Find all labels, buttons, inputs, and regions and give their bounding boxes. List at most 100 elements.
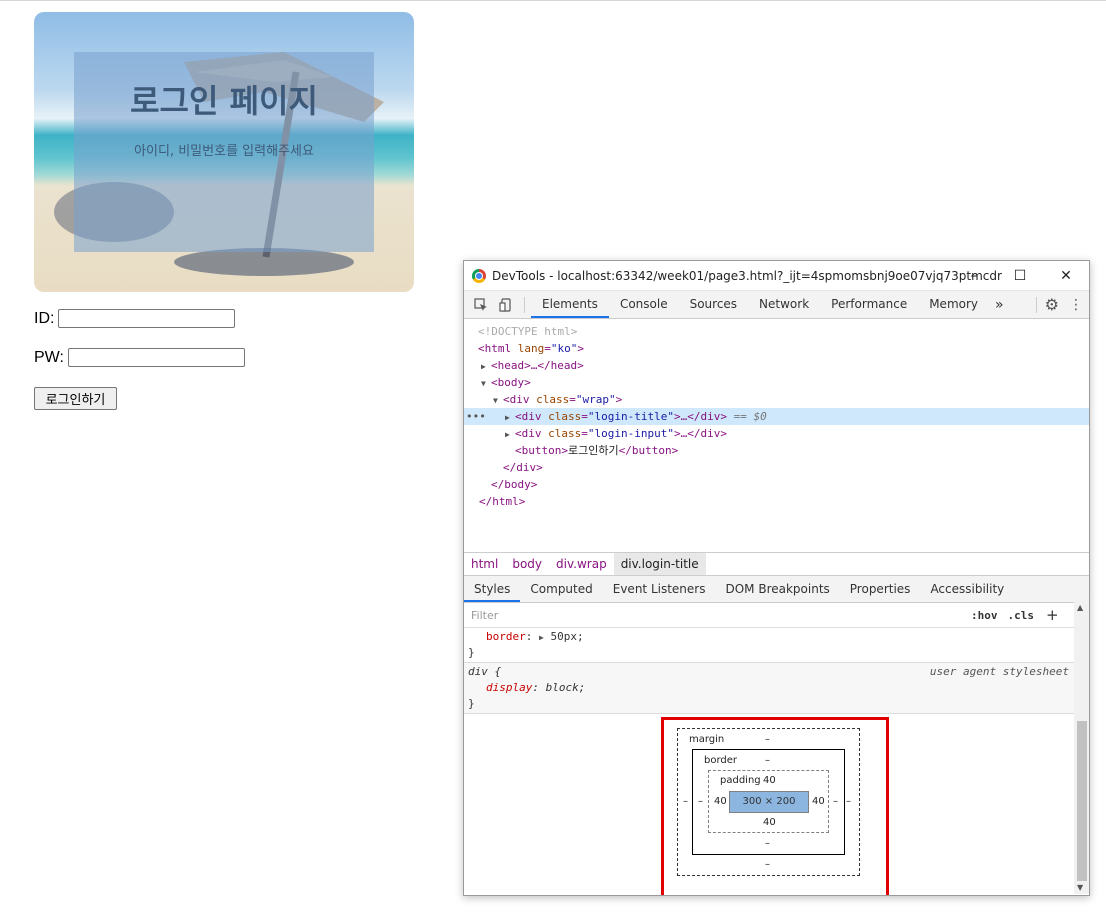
subtab-accessibility[interactable]: Accessibility bbox=[920, 576, 1014, 602]
tab-sources[interactable]: Sources bbox=[679, 291, 748, 318]
padding-top-value: 40 bbox=[763, 775, 776, 786]
expand-triangle-icon[interactable]: ▶ bbox=[505, 426, 515, 443]
dom-line-login-input[interactable]: ▶ <div class="login-input">…</div> bbox=[464, 425, 1089, 442]
box-model-border[interactable]: border – – – – padding 40 40 40 40 300 ×… bbox=[692, 749, 845, 855]
scroll-up-icon[interactable]: ▲ bbox=[1077, 603, 1083, 612]
subtab-properties[interactable]: Properties bbox=[840, 576, 921, 602]
tab-performance[interactable]: Performance bbox=[820, 291, 918, 318]
padding-bottom-value: 40 bbox=[763, 817, 776, 828]
subtab-styles[interactable]: Styles bbox=[464, 576, 521, 602]
box-model-margin[interactable]: margin – – – – border – – – – padding 40… bbox=[677, 728, 860, 876]
tag-div-open: <div bbox=[515, 427, 542, 440]
hov-toggle[interactable]: :hov bbox=[971, 609, 998, 622]
box-model-diagram: margin – – – – border – – – – padding 40… bbox=[661, 717, 889, 895]
dom-line-div-close[interactable]: </div> bbox=[464, 459, 1089, 476]
attr-lang: lang bbox=[517, 342, 545, 355]
id-input[interactable] bbox=[58, 309, 236, 328]
maximize-icon[interactable]: ☐ bbox=[997, 261, 1043, 290]
devtools-window-title: DevTools - localhost:63342/week01/page3.… bbox=[492, 268, 1002, 283]
chrome-logo-icon bbox=[472, 268, 486, 283]
window-controls: – ☐ ✕ bbox=[951, 261, 1089, 290]
gear-icon[interactable]: ⚙ bbox=[1045, 295, 1059, 314]
margin-top-value: – bbox=[765, 734, 770, 745]
tag-div-close: </div> bbox=[503, 461, 543, 474]
styles-filter-input[interactable]: Filter bbox=[471, 609, 961, 622]
more-tabs-icon[interactable]: » bbox=[989, 297, 1010, 313]
collapse-triangle-icon[interactable]: ▼ bbox=[481, 375, 491, 392]
inspect-element-icon[interactable] bbox=[473, 297, 489, 313]
dom-line-html-close[interactable]: </html> bbox=[464, 493, 1089, 510]
tab-elements[interactable]: Elements bbox=[531, 291, 609, 318]
tag-close-bracket: > bbox=[615, 393, 623, 406]
prop-display-value: block; bbox=[545, 681, 586, 694]
tag-html-close: </html> bbox=[479, 495, 526, 508]
scroll-down-icon[interactable]: ▼ bbox=[1077, 883, 1083, 892]
margin-label: margin bbox=[689, 734, 725, 745]
attr-class-value: "login-input" bbox=[587, 427, 674, 440]
tab-network[interactable]: Network bbox=[748, 291, 820, 318]
tab-memory[interactable]: Memory bbox=[918, 291, 989, 318]
style-rule-close: } bbox=[468, 697, 475, 710]
subtab-dom-breakpoints[interactable]: DOM Breakpoints bbox=[715, 576, 839, 602]
breadcrumb-body[interactable]: body bbox=[505, 557, 549, 571]
pw-input[interactable] bbox=[67, 348, 245, 367]
cls-toggle[interactable]: .cls bbox=[1008, 609, 1035, 622]
dom-line-login-title[interactable]: ••• ▶ <div class="login-title">…</div> ==… bbox=[464, 408, 1089, 425]
dom-line-button[interactable]: <button>로그인하기</button> bbox=[464, 442, 1089, 459]
box-model-content[interactable]: 300 × 200 bbox=[729, 791, 809, 813]
dom-line-html[interactable]: <html lang="ko"> bbox=[464, 340, 1089, 357]
login-button[interactable]: 로그인하기 bbox=[34, 387, 117, 410]
breadcrumb: html body div.wrap div.login-title bbox=[464, 552, 1089, 576]
attr-class: class bbox=[548, 427, 582, 440]
new-style-rule-icon[interactable]: + bbox=[1046, 606, 1059, 624]
login-title-box: 로그인 페이지 아이디, 비밀번호를 입력해주세요 bbox=[74, 52, 374, 252]
style-line-display[interactable]: display: block; bbox=[468, 680, 1085, 696]
tag-button-close: </button> bbox=[618, 444, 679, 457]
dom-line-doctype[interactable]: <!DOCTYPE html> bbox=[464, 323, 1089, 340]
style-line-border[interactable]: border: ▶ 50px; bbox=[468, 629, 1085, 645]
subtab-computed[interactable]: Computed bbox=[520, 576, 602, 602]
padding-label: padding bbox=[720, 775, 761, 786]
tab-console[interactable]: Console bbox=[609, 291, 679, 318]
minimize-icon[interactable]: – bbox=[951, 261, 997, 290]
tag-div-open: <div bbox=[503, 393, 530, 406]
expand-triangle-icon[interactable]: ▶ bbox=[505, 409, 515, 426]
scrollbar-thumb[interactable] bbox=[1077, 721, 1087, 881]
border-label: border bbox=[704, 755, 738, 766]
tag-head: <head>…</head> bbox=[491, 359, 584, 372]
doctype-text: <!DOCTYPE html> bbox=[478, 325, 578, 338]
device-toolbar-icon[interactable] bbox=[498, 297, 514, 313]
dom-line-body-close[interactable]: </body> bbox=[464, 476, 1089, 493]
tabbar-right: ⚙ ⋮ bbox=[1035, 291, 1083, 318]
tag-collapsed: >…</div> bbox=[673, 427, 727, 440]
attr-class: class bbox=[536, 393, 570, 406]
more-options-icon[interactable]: ••• bbox=[466, 408, 486, 425]
ua-stylesheet-label: user agent stylesheet bbox=[929, 665, 1069, 678]
dom-line-body[interactable]: ▼ <body> bbox=[464, 374, 1089, 391]
attr-class-value: "login-title" bbox=[587, 410, 674, 423]
expand-triangle-icon[interactable]: ▶ bbox=[481, 358, 491, 375]
kebab-menu-icon[interactable]: ⋮ bbox=[1069, 297, 1083, 313]
padding-right-value: 40 bbox=[812, 796, 825, 807]
tag-html-open: <html bbox=[478, 342, 512, 355]
dom-line-head[interactable]: ▶ <head>…</head> bbox=[464, 357, 1089, 374]
margin-left-value: – bbox=[683, 796, 688, 807]
attr-class: class bbox=[548, 410, 582, 423]
styles-subtabbar: Styles Computed Event Listeners DOM Brea… bbox=[464, 576, 1089, 603]
devtools-titlebar: DevTools - localhost:63342/week01/page3.… bbox=[464, 261, 1089, 291]
border-right-value: – bbox=[833, 796, 838, 807]
style-rule-div-ua: div { user agent stylesheet display: blo… bbox=[464, 663, 1089, 714]
top-divider bbox=[0, 0, 1106, 1]
collapse-triangle-icon[interactable]: ▼ bbox=[493, 392, 503, 409]
page-subtitle: 아이디, 비밀번호를 입력해주세요 bbox=[134, 144, 314, 159]
breadcrumb-div-wrap[interactable]: div.wrap bbox=[549, 557, 614, 571]
box-model-padding[interactable]: padding 40 40 40 40 300 × 200 bbox=[708, 770, 829, 833]
margin-bottom-value: – bbox=[765, 859, 770, 870]
styles-scrollbar[interactable]: ▲ ▼ bbox=[1074, 599, 1089, 894]
breadcrumb-html[interactable]: html bbox=[464, 557, 505, 571]
styles-filter-row: Filter :hov .cls + bbox=[464, 603, 1089, 628]
dom-line-wrap[interactable]: ▼ <div class="wrap"> bbox=[464, 391, 1089, 408]
breadcrumb-div-login-title[interactable]: div.login-title bbox=[613, 553, 706, 575]
close-icon[interactable]: ✕ bbox=[1043, 261, 1089, 290]
subtab-event-listeners[interactable]: Event Listeners bbox=[603, 576, 716, 602]
